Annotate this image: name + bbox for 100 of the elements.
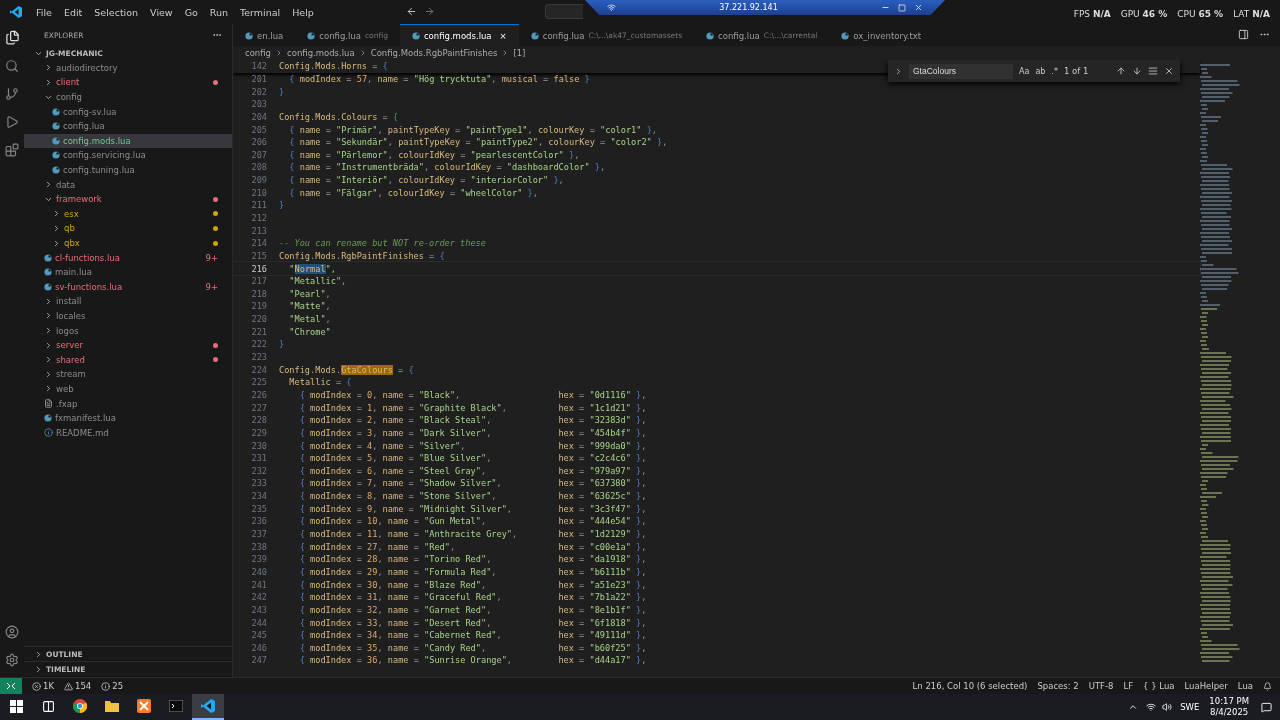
tree-item[interactable]: esx — [24, 206, 232, 222]
breadcrumb[interactable]: config — [245, 48, 271, 58]
signal-icon — [607, 3, 616, 12]
item-label: config.tuning.lua — [63, 165, 135, 176]
problem-count[interactable]: 154 — [75, 681, 92, 691]
run-icon[interactable] — [5, 115, 19, 129]
tree-item[interactable]: framework — [24, 191, 232, 207]
breadcrumb[interactable]: [1] — [513, 48, 526, 58]
tree-item[interactable]: qb — [24, 221, 232, 236]
tree-item[interactable]: data — [24, 177, 232, 192]
line-number: 201 — [250, 73, 267, 84]
status-item[interactable]: LuaHelper — [1184, 681, 1228, 691]
menu-item[interactable]: Edit — [57, 6, 89, 18]
tree-item[interactable]: stream — [24, 367, 232, 382]
network-icon[interactable] — [1146, 702, 1157, 712]
tree-item[interactable]: client — [24, 75, 232, 90]
tree-item[interactable]: locales — [24, 308, 232, 324]
breadcrumb[interactable]: config.mods.lua — [287, 48, 355, 58]
item-label: shared — [56, 354, 85, 365]
arrow-down-icon[interactable] — [1132, 66, 1142, 76]
search-icon[interactable] — [5, 59, 19, 73]
line-number: 209 — [250, 175, 267, 186]
code-line: { modIndex = 31, name = "Graceful Red", — [298, 592, 502, 603]
problem-count[interactable]: 25 — [112, 681, 124, 691]
tree-item[interactable]: fxmanifest.lua — [24, 410, 232, 426]
remote-button[interactable] — [0, 678, 22, 694]
tree-item[interactable]: qbx — [24, 235, 232, 251]
editor-tab[interactable]: config.mods.lua × — [399, 24, 519, 46]
status-item[interactable]: LF — [1123, 681, 1134, 691]
status-item[interactable]: Lua — [1237, 681, 1253, 691]
find-option[interactable]: Aa — [1019, 66, 1030, 76]
tree-item[interactable]: main.lua — [24, 264, 232, 280]
close-icon[interactable] — [914, 3, 923, 12]
menu-item[interactable]: View — [144, 6, 179, 18]
item-label: sv-functions.lua — [55, 281, 123, 292]
line-number: 228 — [250, 415, 267, 426]
code-line: { name = "Sekundär", paintTypeKey = "paintType2", colourKey = "color2" }, — [288, 137, 668, 148]
tree-item[interactable]: logos — [24, 323, 232, 338]
line-number: 215 — [250, 250, 267, 261]
tree-item[interactable]: cl-functions.lua 9+ — [24, 250, 232, 265]
extensions-icon[interactable] — [5, 143, 19, 157]
line-number: 238 — [250, 541, 267, 552]
branch-icon[interactable] — [5, 87, 19, 101]
tree-item[interactable]: audiodirectory — [24, 60, 232, 76]
tree-item[interactable]: install — [24, 294, 232, 309]
remote-icon — [6, 682, 16, 690]
clock-date[interactable]: 8/4/2025 — [1210, 707, 1249, 718]
close-icon[interactable] — [1164, 66, 1174, 76]
tree-item[interactable]: README.md — [24, 425, 232, 441]
status-item[interactable]: { } Lua — [1143, 681, 1175, 691]
item-label: stream — [56, 369, 86, 380]
breadcrumb[interactable]: Config.Mods.RgbPaintFinishes — [370, 48, 498, 58]
code-line: hex = "7b1a22" }, — [558, 592, 647, 603]
find-field[interactable]: GtaColours — [909, 63, 1013, 79]
notification-icon[interactable] — [1261, 701, 1272, 713]
explorer-icon[interactable] — [4, 30, 20, 45]
problem-count[interactable]: 1K — [43, 681, 54, 691]
code-line: hex = "0d1116" }, — [558, 389, 647, 400]
tree-item[interactable]: web — [24, 381, 232, 397]
menu-item[interactable]: Selection — [88, 6, 145, 18]
moon-icon — [44, 253, 52, 262]
menu-item[interactable]: Go — [178, 6, 204, 18]
tree-item[interactable]: config — [24, 89, 232, 105]
status-item[interactable]: Spaces: 2 — [1037, 681, 1079, 691]
split-editor-icon[interactable] — [1238, 29, 1249, 40]
tree-item[interactable]: sv-functions.lua 9+ — [24, 279, 232, 295]
chevron-up-icon[interactable] — [1128, 702, 1139, 712]
tree-item[interactable]: config.mods.lua — [24, 133, 232, 149]
bell-icon[interactable] — [1263, 681, 1272, 691]
menu-item[interactable]: Help — [286, 6, 320, 18]
item-label: qb — [64, 223, 75, 234]
code-line: "Metallic", — [288, 276, 347, 287]
chevron-right-icon[interactable] — [894, 66, 903, 76]
settings-icon[interactable] — [5, 653, 19, 667]
tree-item[interactable]: config.tuning.lua — [24, 162, 232, 178]
find-option[interactable]: ab — [1035, 66, 1046, 76]
moon-icon — [411, 31, 420, 40]
tree-item[interactable]: config.servicing.lua — [24, 148, 232, 163]
tree-item[interactable]: server — [24, 337, 232, 353]
restore-icon[interactable] — [898, 3, 906, 12]
menu-item[interactable]: File — [30, 6, 58, 18]
tree-item[interactable]: config.lua — [24, 118, 232, 134]
tree-item[interactable]: shared — [24, 352, 232, 368]
menu-item[interactable]: Terminal — [234, 6, 287, 18]
clock-time[interactable]: 10:17 PM — [1209, 696, 1249, 707]
code-line: } — [279, 339, 285, 350]
status-item[interactable]: UTF-8 — [1088, 681, 1114, 691]
speaker-icon[interactable] — [1162, 702, 1173, 712]
language-indicator[interactable]: SWE — [1180, 702, 1200, 712]
tree-item[interactable]: config-sv.lua — [24, 104, 232, 119]
code-line: hex = "454b4f" }, — [558, 427, 647, 438]
find-option[interactable]: .* — [1051, 66, 1058, 76]
arrow-up-icon[interactable] — [1116, 66, 1126, 76]
moon-icon — [52, 122, 60, 131]
tree-item[interactable]: .fxap — [24, 396, 232, 411]
back-icon[interactable] — [406, 6, 417, 17]
status-item[interactable]: Ln 216, Col 10 (6 selected) — [912, 681, 1028, 691]
forward-icon[interactable] — [424, 6, 435, 17]
account-icon[interactable] — [5, 625, 19, 639]
menu-item[interactable]: Run — [203, 6, 235, 18]
